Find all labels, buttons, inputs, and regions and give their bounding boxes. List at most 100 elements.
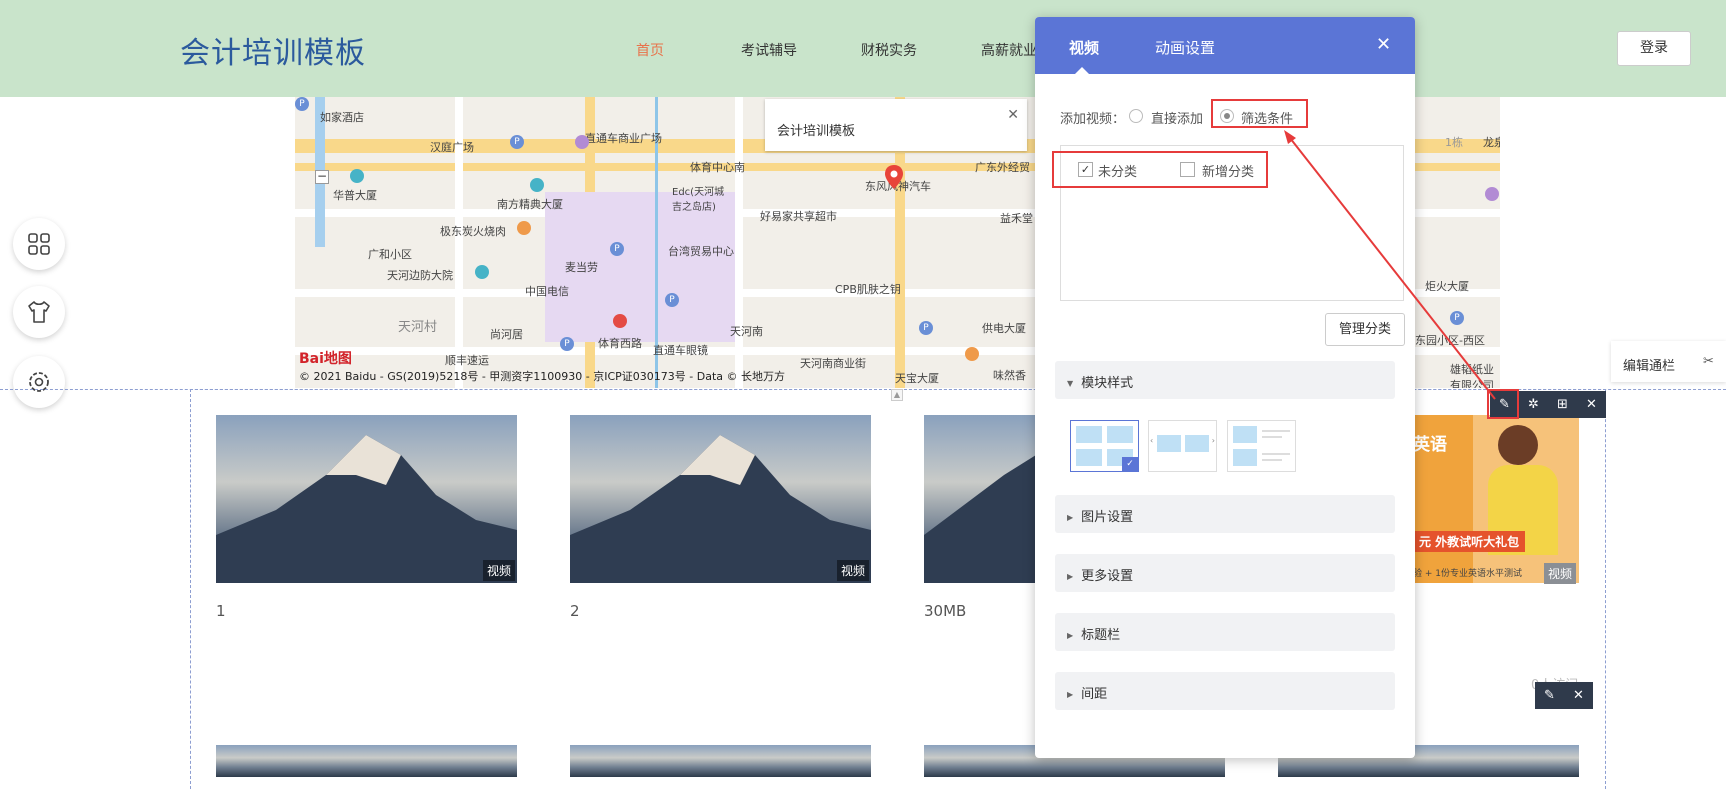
section-title-bar[interactable]: ▶ 标题栏 (1055, 613, 1395, 651)
section-image-settings[interactable]: ▶ 图片设置 (1055, 495, 1395, 533)
video-thumbnail[interactable]: 视频 (570, 415, 871, 583)
tab-video[interactable]: 视频 (1069, 37, 1099, 58)
tab-animation[interactable]: 动画设置 (1155, 37, 1215, 58)
map-poi: 供电大厦 (982, 322, 1026, 335)
location-marker-icon[interactable] (885, 165, 903, 189)
map-poi: 直通车眼镜 (653, 344, 708, 357)
map-poi: 麦当劳 (565, 261, 598, 274)
food-icon (517, 221, 531, 235)
map-copyright: © 2021 Baidu - GS(2019)5218号 - 甲测资字11009… (299, 370, 786, 383)
map-poi: 顺丰速运 (445, 354, 489, 367)
nav-tax-practice[interactable]: 财税实务 (861, 40, 917, 60)
close-icon[interactable]: ✕ (1577, 391, 1606, 418)
edit-bar-label: 编辑通栏 (1623, 359, 1676, 374)
map-poi: 中国电信 (525, 285, 569, 298)
edit-bar-button[interactable]: 编辑通栏 ✂ (1611, 341, 1726, 382)
video-title[interactable]: 1 (216, 602, 226, 620)
video-title[interactable]: 30MB (924, 602, 966, 620)
tools-icon: ✂ (1703, 354, 1714, 369)
map-poi: 东园小区-西区 (1415, 334, 1485, 347)
login-button[interactable]: 登录 (1617, 31, 1691, 66)
map-poi: 如家酒店 (320, 111, 364, 124)
baidu-map-logo: Bai地图 (299, 351, 352, 367)
map-poi: 尚河居 (490, 328, 523, 341)
map-info-window: 会计培训模板 ✕ (765, 99, 1027, 151)
apps-button[interactable] (13, 218, 65, 270)
map-poi: 天河南 (730, 325, 763, 338)
parking-icon: P (1450, 311, 1464, 325)
video-thumbnail[interactable] (570, 745, 871, 777)
ad-promo: 元 外教试听大礼包 (1413, 531, 1526, 552)
style-option-grid[interactable]: ✓ (1070, 420, 1139, 472)
site-title[interactable]: 会计培训模板 (180, 28, 366, 72)
close-icon[interactable]: ✕ (1376, 34, 1391, 55)
style-option-carousel[interactable]: ‹ › (1148, 420, 1217, 472)
map-poi: 广东外经贸 (975, 161, 1030, 174)
landmark-icon (613, 314, 627, 328)
map-poi: 体育西路 (598, 337, 642, 350)
caret-right-icon: ▶ (1067, 572, 1074, 581)
section-label: 图片设置 (1081, 510, 1134, 525)
apps-icon (28, 233, 50, 255)
section-label: 标题栏 (1081, 628, 1121, 643)
map-poi: 广和小区 (368, 248, 412, 261)
food-icon (965, 347, 979, 361)
add-video-label: 添加视频： (1060, 112, 1126, 127)
building-icon (350, 169, 364, 183)
ad-headline: 英语 (1413, 435, 1447, 455)
nav-high-salary-jobs[interactable]: 高薪就业 (981, 40, 1037, 60)
section-label: 模块样式 (1081, 376, 1134, 391)
zoom-out-icon[interactable]: − (315, 170, 329, 184)
caret-right-icon: ▶ (1067, 690, 1074, 699)
radio-direct-add-label[interactable]: 直接添加 (1151, 108, 1203, 127)
drag-handle-icon[interactable]: ▲ (891, 389, 903, 401)
video-thumbnail[interactable]: 视频 (216, 415, 517, 583)
nav-exam-tutoring[interactable]: 考试辅导 (741, 40, 797, 60)
edit-icon[interactable]: ✎ (1535, 682, 1564, 709)
parking-icon: P (295, 97, 309, 111)
ad-subtext: 验 + 1份专业英语水平测试 (1413, 569, 1522, 579)
map-poi: 台湾贸易中心 (668, 245, 734, 258)
nav-home[interactable]: 首页 (636, 40, 664, 60)
map-poi: 好易家共享超市 (760, 210, 837, 223)
video-thumbnail[interactable] (924, 415, 1036, 583)
style-option-list[interactable] (1227, 420, 1296, 472)
video-thumbnail[interactable] (216, 745, 517, 777)
video-title[interactable]: 2 (570, 602, 580, 620)
close-icon[interactable]: ✕ (1007, 107, 1019, 123)
map-poi: 雄韬纸业有限公司 (1450, 363, 1494, 388)
map-poi: 天宝大厦 (895, 372, 939, 385)
map-poi: 味然香 (993, 369, 1026, 382)
parking-icon: P (560, 337, 574, 351)
site-header: 会计培训模板 首页 考试辅导 财税实务 高薪就业 登录 (0, 0, 1726, 97)
filter-highlight-box (1211, 99, 1308, 128)
manage-categories-button[interactable]: 管理分类 (1325, 313, 1405, 346)
caret-down-icon: ▼ (1067, 379, 1074, 388)
theme-button[interactable] (13, 286, 65, 338)
animation-icon[interactable]: ✲ (1519, 391, 1548, 418)
panel-header: 视频 动画设置 ✕ (1035, 17, 1415, 74)
section-more-settings[interactable]: ▶ 更多设置 (1055, 554, 1395, 592)
category-highlight-box (1052, 151, 1268, 188)
layout-icon[interactable]: ⊞ (1548, 391, 1577, 418)
map-poi: 龙泉 (1483, 136, 1500, 149)
settings-button[interactable] (13, 356, 65, 408)
item-toolbar: ✎ ✕ (1535, 682, 1593, 709)
active-tab-indicator (1075, 67, 1089, 74)
section-module-style[interactable]: ▼ 模块样式 (1055, 361, 1395, 399)
section-spacing[interactable]: ▶ 间距 (1055, 672, 1395, 710)
shop-icon (575, 135, 589, 149)
map-poi: 益禾堂 (1000, 212, 1033, 225)
parking-icon: P (610, 242, 624, 256)
map-poi: CPB肌肤之钥 (835, 283, 901, 296)
video-tag: 视频 (836, 560, 869, 581)
parking-icon: P (919, 321, 933, 335)
map-poi: 华普大厦 (333, 189, 377, 202)
map-poi: 体育中心南 (690, 161, 745, 174)
radio-direct-add[interactable] (1129, 109, 1143, 123)
map-poi: Edc(天河城吉之岛店) (672, 187, 725, 213)
map-poi: 直通车商业广场 (585, 132, 662, 145)
parking-icon: P (510, 135, 524, 149)
close-icon[interactable]: ✕ (1564, 682, 1593, 709)
shirt-icon (28, 301, 50, 323)
